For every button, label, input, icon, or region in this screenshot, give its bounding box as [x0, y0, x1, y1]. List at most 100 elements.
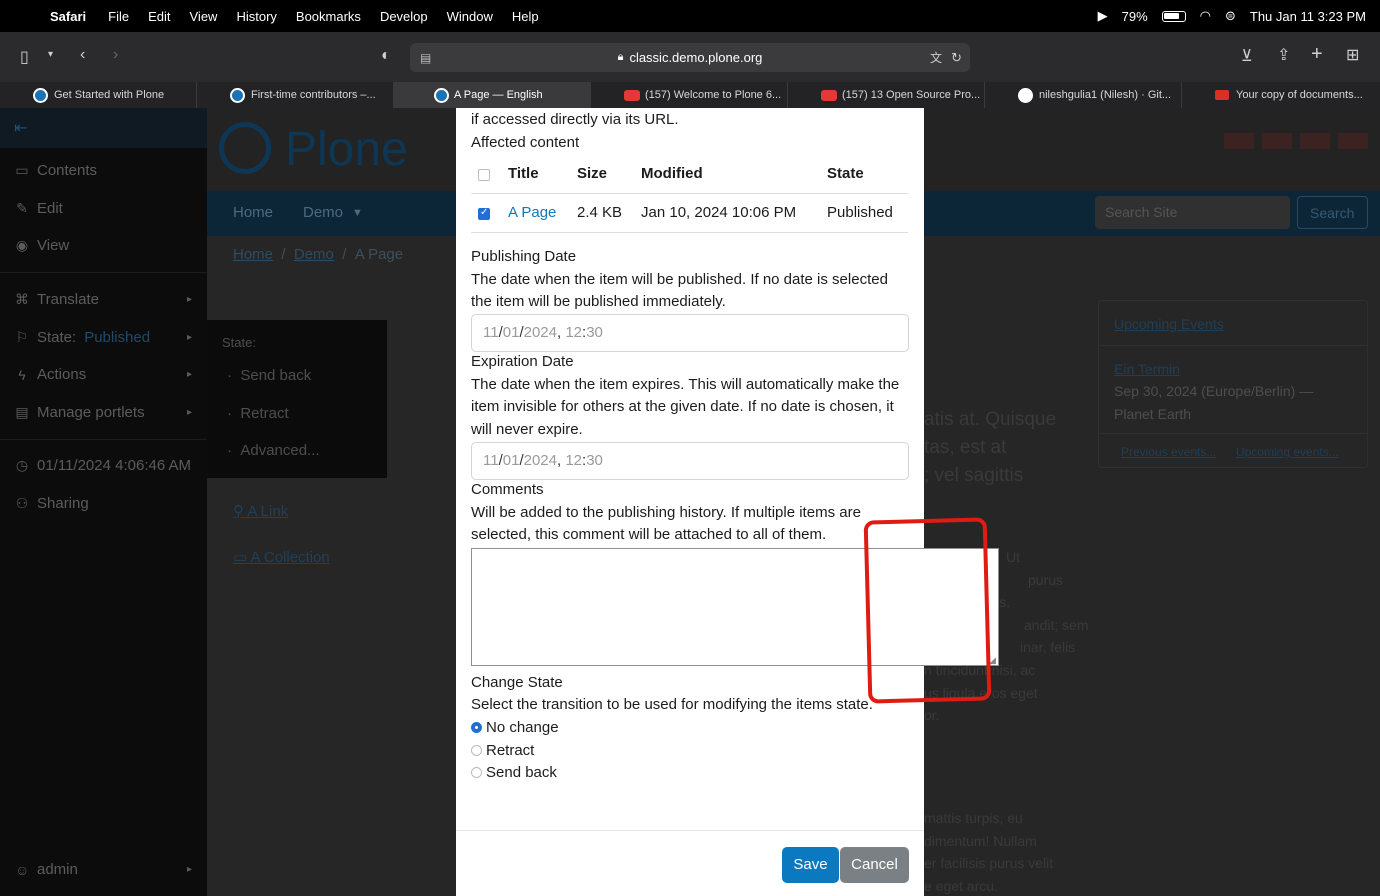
resize-handle-icon[interactable]: ◢ [989, 655, 1378, 894]
collapse-toolbar-icon[interactable]: ⇤ [0, 108, 207, 148]
select-all-checkbox[interactable] [478, 169, 490, 181]
sidebar-toggle-icon[interactable]: ▯ [20, 47, 29, 67]
menu-bookmarks[interactable]: Bookmarks [296, 9, 361, 24]
cancel-button[interactable]: Cancel [840, 847, 909, 883]
toolbar-user[interactable]: ☺ admin ▸ [15, 861, 200, 878]
menu-history[interactable]: History [236, 9, 276, 24]
portlet-title[interactable]: Upcoming Events [1114, 316, 1224, 332]
menubar-clock[interactable]: Thu Jan 11 3:23 PM [1250, 9, 1366, 24]
toolbar-translate[interactable]: ⌘ Translate ▸ [15, 291, 200, 308]
link-a-collection[interactable]: ▭ A Collection [233, 548, 330, 566]
radio-retract[interactable]: Retract [471, 742, 534, 759]
radio-button[interactable] [471, 722, 482, 733]
address-bar[interactable]: ▤ 🔒︎ classic.demo.plone.org 文 ↻ [410, 43, 970, 72]
row-title-link[interactable]: A Page [508, 204, 556, 221]
toolbar-edit[interactable]: ✎ Edit [15, 200, 63, 217]
toolbar-view[interactable]: ◉ View [15, 237, 69, 254]
toolbar-state[interactable]: ⚐ State: Published ▸ [15, 329, 200, 346]
date-minute: 30 [586, 452, 603, 469]
radio-label: Retract [486, 742, 535, 759]
search-button[interactable]: Search [1297, 196, 1368, 229]
state-menu-send-back[interactable]: · Send back [227, 367, 311, 384]
site-logo-text[interactable]: Plone [285, 122, 408, 177]
divider [0, 439, 207, 440]
event-link[interactable]: Ein Termin [1114, 361, 1180, 377]
text-line: tas, est at [924, 437, 1007, 458]
toolbar-label: Edit [37, 200, 63, 217]
flag-es-icon[interactable] [1300, 133, 1330, 149]
tab-github[interactable]: nileshgulia1 (Nilesh) · Git... [985, 82, 1182, 108]
share-icon[interactable]: ⇪ [1277, 45, 1290, 65]
menu-window[interactable]: Window [447, 9, 493, 24]
radio-label: Send back [486, 764, 557, 781]
wifi-icon[interactable]: ◠ [1200, 8, 1211, 24]
nav-demo[interactable]: Demo [303, 204, 343, 221]
text-line: atis at. Quisque [924, 409, 1057, 430]
row-checkbox[interactable] [478, 207, 490, 220]
flag-de-icon[interactable] [1262, 133, 1292, 149]
privacy-shield-icon[interactable]: ◐ [381, 47, 391, 65]
col-state[interactable]: State [827, 165, 864, 182]
radio-send-back[interactable]: Send back [471, 764, 557, 781]
tab-youtube-welcome[interactable]: (157) Welcome to Plone 6... [591, 82, 788, 108]
col-modified[interactable]: Modified [641, 165, 703, 182]
row-size: 2.4 KB [577, 204, 623, 221]
plone-favicon-icon [434, 88, 449, 103]
date-day: 11 [483, 324, 499, 341]
breadcrumb-home[interactable]: Home [233, 246, 273, 263]
state-menu-retract[interactable]: · Retract [227, 405, 289, 422]
menu-edit[interactable]: Edit [148, 9, 170, 24]
toolbar-actions[interactable]: ϟ Actions ▸ [15, 366, 200, 383]
menu-help[interactable]: Help [512, 9, 539, 24]
tab-first-time-contributors[interactable]: First-time contributors –... [197, 82, 394, 108]
menu-file[interactable]: File [108, 9, 129, 24]
tab-a-page[interactable]: A Page — English [394, 82, 591, 108]
tab-get-started[interactable]: Get Started with Plone [0, 82, 197, 108]
downloads-icon[interactable]: ⊻ [1241, 46, 1253, 66]
date-year: 2024 [523, 324, 557, 341]
reload-icon[interactable]: ↻ [951, 50, 962, 66]
radio-no-change[interactable]: No change [471, 719, 559, 736]
toolbar-sharing[interactable]: ⚇ Sharing [15, 495, 89, 512]
upcoming-events-link[interactable]: Upcoming events... [1236, 445, 1339, 459]
save-button[interactable]: Save [782, 847, 839, 883]
new-tab-icon[interactable]: + [1311, 43, 1323, 66]
flag-dk-icon[interactable] [1338, 133, 1368, 149]
menu-develop[interactable]: Develop [380, 9, 428, 24]
forward-icon[interactable]: › [113, 46, 118, 64]
nav-home[interactable]: Home [233, 204, 273, 221]
menu-app-name[interactable]: Safari [50, 9, 86, 24]
plone-favicon-icon [33, 88, 48, 103]
state-menu-label: State: [222, 335, 256, 350]
battery-icon[interactable] [1161, 10, 1186, 22]
control-center-icon[interactable]: ⊜ [1225, 8, 1236, 24]
lock-icon: 🔒︎ [617, 51, 624, 63]
radio-button[interactable] [471, 745, 482, 756]
tab-youtube-open-source[interactable]: (157) 13 Open Source Pro... [788, 82, 985, 108]
chevron-down-icon[interactable]: ▾ [48, 49, 53, 60]
link-a-link[interactable]: ⚲ A Link [233, 502, 288, 520]
tab-gmail[interactable]: Your copy of documents... [1182, 82, 1379, 108]
menu-view[interactable]: View [190, 9, 218, 24]
toolbar-contents[interactable]: ▭ Contents [15, 162, 97, 179]
toolbar-manage-portlets[interactable]: ▤ Manage portlets ▸ [15, 404, 200, 421]
play-icon[interactable]: ▶ [1098, 8, 1108, 24]
caret-down-icon[interactable]: ▼ [352, 207, 363, 219]
state-menu-advanced[interactable]: · Advanced... [227, 442, 320, 459]
col-title[interactable]: Title [508, 165, 539, 182]
flag-en-icon[interactable] [1224, 133, 1254, 149]
tab-overview-icon[interactable]: ⊞ [1346, 45, 1359, 65]
radio-button[interactable] [471, 767, 482, 778]
search-input[interactable]: Search Site [1095, 196, 1290, 229]
comments-help: Will be added to the publishing history.… [471, 504, 861, 521]
previous-events-link[interactable]: Previous events... [1121, 445, 1216, 459]
github-favicon-icon [1018, 88, 1033, 103]
back-icon[interactable]: ‹ [80, 46, 85, 64]
plone-logo-icon[interactable] [219, 122, 271, 174]
expiration-date-input[interactable]: 11/01/2024, 12:30 [471, 442, 909, 480]
translate-icon[interactable]: 文 [930, 49, 942, 66]
breadcrumb-demo[interactable]: Demo [294, 246, 334, 263]
reader-icon[interactable]: ▤ [420, 51, 431, 65]
col-size[interactable]: Size [577, 165, 607, 182]
publishing-date-input[interactable]: 11/01/2024, 12:30 [471, 314, 909, 352]
